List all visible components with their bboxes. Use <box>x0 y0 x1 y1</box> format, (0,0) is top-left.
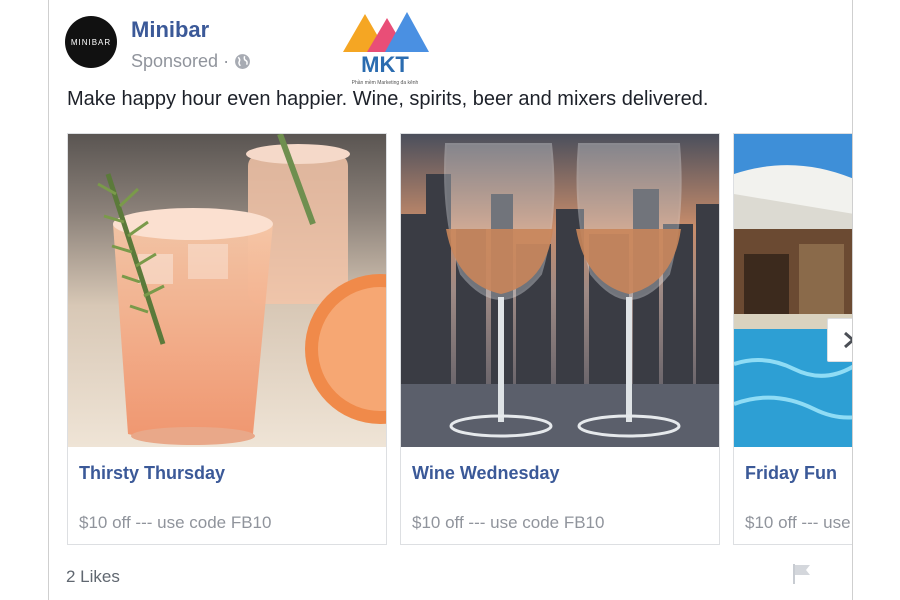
card-image <box>68 134 386 447</box>
page-name-link[interactable]: Minibar <box>131 17 209 43</box>
sponsored-row: Sponsored · <box>131 51 251 72</box>
card-description: $10 off --- use code FB10 <box>745 513 852 532</box>
carousel: Thirsty Thursday $10 off --- use code FB… <box>67 133 852 548</box>
chevron-right-icon <box>844 331 852 349</box>
card-title[interactable]: Friday Fun <box>745 463 837 484</box>
ad-post: MINIBAR Minibar Sponsored · MKT Phần mềm… <box>48 0 853 600</box>
flag-icon[interactable] <box>790 562 814 586</box>
carousel-card[interactable]: Wine Wednesday $10 off --- use code FB10 <box>400 133 720 545</box>
card-title[interactable]: Wine Wednesday <box>412 463 560 484</box>
wine-glasses-image <box>401 134 719 447</box>
pool-image <box>734 134 852 447</box>
post-text: Make happy hour even happier. Wine, spir… <box>67 88 709 110</box>
card-image <box>401 134 719 447</box>
carousel-next-button[interactable] <box>827 318 852 362</box>
svg-text:MKT: MKT <box>361 52 409 77</box>
card-description: $10 off --- use code FB10 <box>412 513 605 532</box>
avatar-logo-text: MINIBAR <box>70 37 112 47</box>
carousel-card[interactable]: Thirsty Thursday $10 off --- use code FB… <box>67 133 387 545</box>
cocktail-image <box>68 134 386 447</box>
page-avatar[interactable]: MINIBAR <box>65 16 117 68</box>
mkt-logo-watermark: MKT Phần mềm Marketing đa kênh <box>343 12 429 86</box>
likes-count[interactable]: 2 Likes <box>66 567 120 587</box>
globe-icon <box>235 54 250 69</box>
sponsored-label[interactable]: Sponsored · <box>131 51 229 72</box>
card-image <box>734 134 852 447</box>
svg-text:Phần mềm Marketing đa kênh: Phần mềm Marketing đa kênh <box>352 80 419 86</box>
card-description: $10 off --- use code FB10 <box>79 513 272 532</box>
card-title[interactable]: Thirsty Thursday <box>79 463 225 484</box>
